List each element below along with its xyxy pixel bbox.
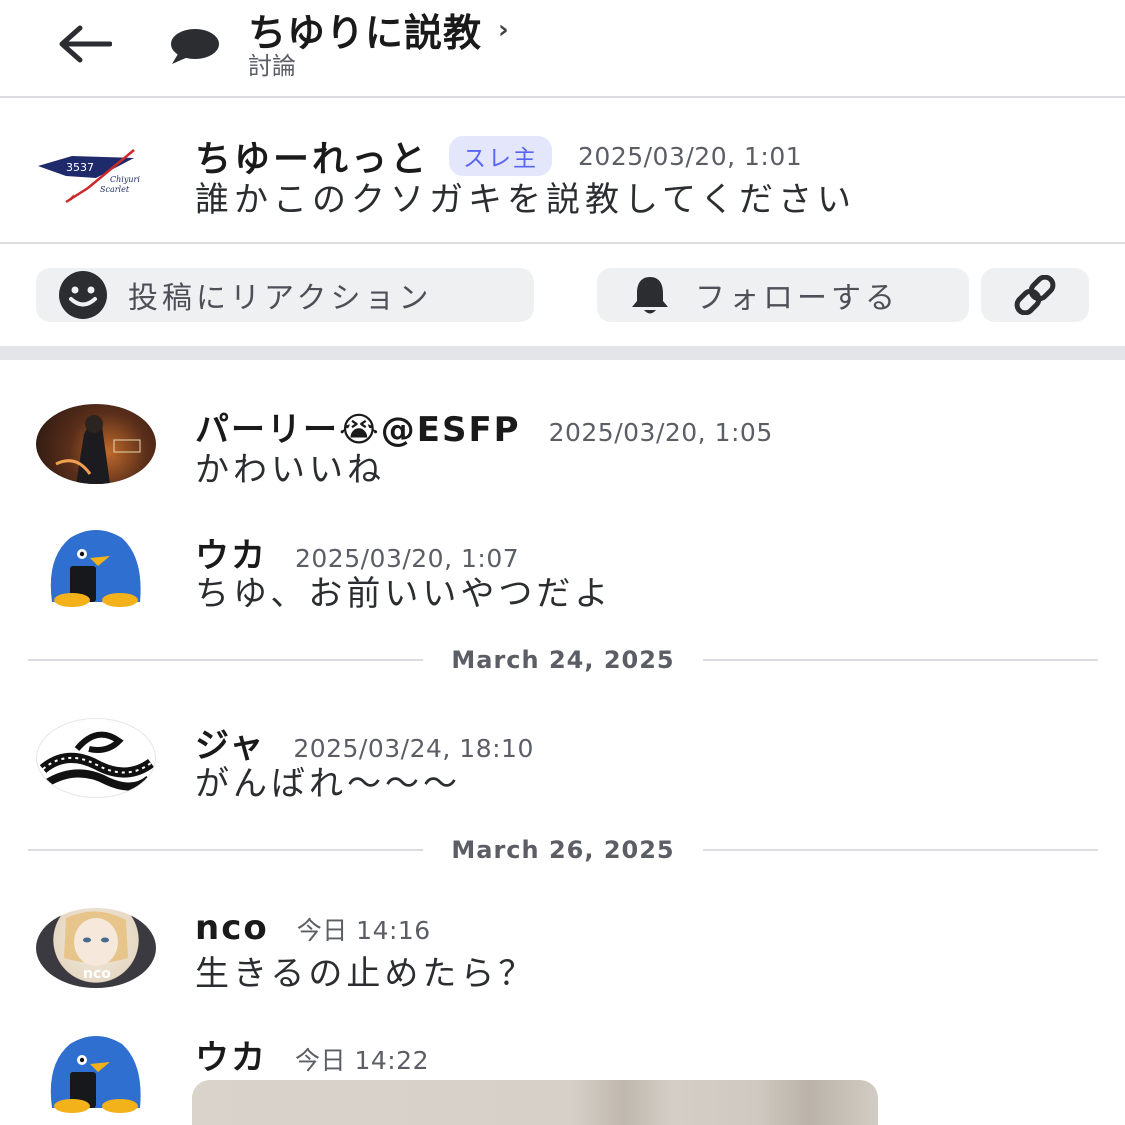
- bell-icon: [625, 270, 675, 320]
- op-logo-sub2: Scarlet: [100, 185, 130, 194]
- message-timestamp: 今日 14:22: [295, 1046, 429, 1075]
- op-logo-sub1: Chiyuri: [110, 175, 140, 184]
- separator-line: [28, 659, 424, 661]
- separator-line: [28, 849, 424, 851]
- user-avatar[interactable]: [36, 718, 156, 798]
- date-separator: March 26, 2025: [28, 835, 1098, 865]
- user-avatar[interactable]: [36, 404, 156, 484]
- message-text: かわいいね: [195, 450, 385, 490]
- message-timestamp: 2025/03/20, 1:05: [548, 418, 773, 447]
- user-avatar[interactable]: nco: [36, 908, 156, 988]
- follow-label: フォローする: [695, 281, 899, 316]
- chat-bubble-icon: [168, 26, 222, 66]
- separator-line: [702, 849, 1098, 851]
- copy-link-button[interactable]: [981, 268, 1089, 322]
- react-to-post-button[interactable]: 投稿にリアクション: [36, 268, 534, 322]
- message-text: 生きるの止めたら？: [195, 954, 537, 994]
- date-label: March 24, 2025: [451, 646, 675, 674]
- op-timestamp: 2025/03/20, 1:01: [578, 141, 803, 171]
- op-badge: スレ主: [449, 136, 553, 176]
- back-button[interactable]: [52, 20, 116, 68]
- original-post: 3537 Chiyuri Scarlet ちゆーれっと スレ主 2025/03/…: [0, 100, 1125, 244]
- react-label: 投稿にリアクション: [128, 281, 433, 316]
- follow-button[interactable]: フォローする: [597, 268, 969, 322]
- separator-line: [702, 659, 1098, 661]
- user-avatar[interactable]: [36, 1034, 156, 1114]
- chevron-right-icon: ›: [498, 14, 509, 45]
- channel-header: ちゆりに説教 › 討論: [0, 0, 1125, 98]
- message-text: がんばれ〜〜〜: [195, 764, 461, 804]
- nco-avatar-text: nco: [83, 966, 111, 982]
- image-attachment[interactable]: [192, 1080, 878, 1125]
- message-text: ちゆ、お前いいやつだよ: [195, 574, 613, 614]
- parent-channel-name: 討論: [248, 52, 296, 80]
- message-header: ウカ 今日 14:22: [195, 1030, 429, 1079]
- date-label: March 26, 2025: [451, 836, 675, 864]
- link-icon: [1014, 275, 1056, 315]
- post-action-bar: 投稿にリアクション フォローする: [0, 246, 1125, 346]
- message-author[interactable]: ウカ: [195, 1030, 267, 1079]
- message-timestamp: 今日 14:16: [296, 916, 431, 945]
- smiley-icon: [58, 270, 108, 320]
- arrow-left-icon: [59, 25, 112, 63]
- op-avatar[interactable]: 3537 Chiyuri Scarlet: [36, 144, 156, 208]
- op-message-text: 誰かこのクソガキを説教してください: [195, 180, 856, 220]
- op-logo-text: 3537: [66, 161, 94, 174]
- date-separator: March 24, 2025: [28, 645, 1098, 675]
- message-author[interactable]: nco: [195, 908, 269, 948]
- user-avatar[interactable]: [36, 528, 156, 608]
- section-divider: [0, 346, 1125, 360]
- message-header: nco 今日 14:16: [195, 908, 431, 948]
